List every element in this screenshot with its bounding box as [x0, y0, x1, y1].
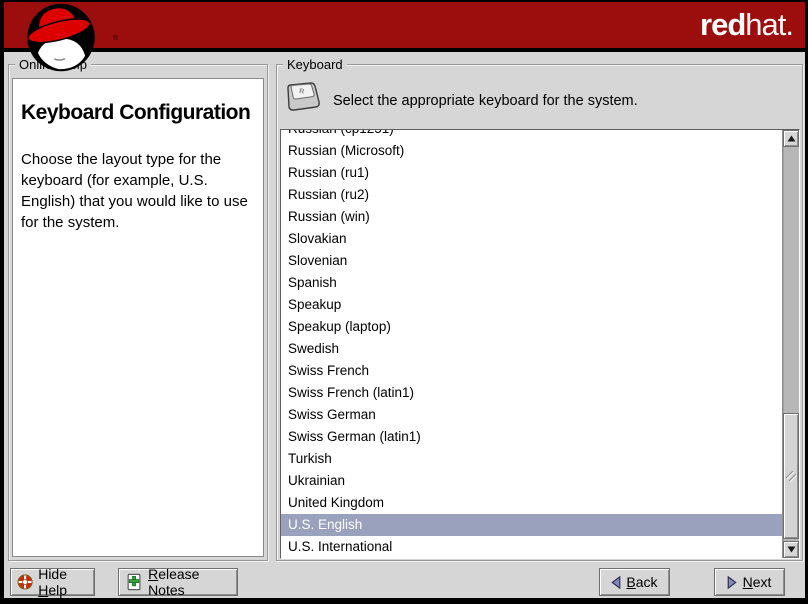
list-item[interactable]: Speakup (laptop)	[281, 316, 782, 338]
list-item[interactable]: Ukrainian	[281, 470, 782, 492]
registered-mark: ®	[113, 35, 118, 42]
list-item[interactable]: Swiss French (latin1)	[281, 382, 782, 404]
online-help-panel: Online Help Keyboard Configuration Choos…	[8, 64, 268, 561]
svg-text:R: R	[299, 88, 305, 96]
vertical-scrollbar[interactable]	[782, 130, 799, 558]
keyboard-key-icon: R	[282, 80, 322, 114]
list-item[interactable]: Spanish	[281, 272, 782, 294]
list-item[interactable]: Swiss French	[281, 360, 782, 382]
list-item[interactable]: Slovenian	[281, 250, 782, 272]
thumb-grip-icon	[785, 470, 797, 482]
back-label: Back	[624, 574, 660, 590]
list-item[interactable]: Russian (ru1)	[281, 162, 782, 184]
list-item[interactable]: Turkish	[281, 448, 782, 470]
keyboard-instruction: Select the appropriate keyboard for the …	[333, 93, 638, 109]
release-notes-label: Release Notes	[148, 566, 231, 598]
list-item[interactable]: Russian (Microsoft)	[281, 140, 782, 162]
installer-window: redhat. ® Online Help Keyboard Configura…	[0, 0, 808, 604]
list-item[interactable]: Swedish	[281, 338, 782, 360]
back-arrow-icon	[609, 575, 624, 590]
scrollbar-thumb[interactable]	[783, 413, 799, 539]
keyboard-list-viewport: Russian (cp1251)Russian (Microsoft)Russi…	[281, 130, 782, 558]
hide-help-button[interactable]: Hide Help	[10, 568, 95, 596]
up-arrow-icon	[787, 135, 796, 142]
list-item[interactable]: Swiss German (latin1)	[281, 426, 782, 448]
keyboard-list: Russian (cp1251)Russian (Microsoft)Russi…	[280, 129, 800, 559]
window-content: redhat. ® Online Help Keyboard Configura…	[4, 2, 805, 598]
list-item[interactable]: United Kingdom	[281, 492, 782, 514]
list-item[interactable]: Russian (win)	[281, 206, 782, 228]
wordmark-red: red	[700, 7, 745, 42]
help-title: Keyboard Configuration	[21, 101, 255, 125]
scroll-up-button[interactable]	[783, 130, 799, 147]
scroll-down-button[interactable]	[783, 541, 799, 558]
hide-help-label: Hide Help	[38, 566, 88, 598]
back-button[interactable]: Back	[599, 568, 670, 596]
redhat-wordmark: redhat.	[700, 7, 793, 43]
release-notes-icon	[125, 572, 143, 592]
list-item[interactable]: U.S. International	[281, 536, 782, 558]
list-item[interactable]: U.S. English	[281, 514, 782, 536]
keyboard-list-rows: Russian (cp1251)Russian (Microsoft)Russi…	[281, 130, 782, 558]
list-item[interactable]: Russian (ru2)	[281, 184, 782, 206]
down-arrow-icon	[787, 546, 796, 553]
list-item[interactable]: Slovakian	[281, 228, 782, 250]
redhat-shadowman-logo-icon	[9, 2, 115, 73]
wordmark-hat: hat.	[745, 7, 793, 42]
help-body-text: Choose the layout type for the keyboard …	[21, 149, 259, 233]
forward-arrow-icon	[724, 575, 739, 590]
keyboard-panel: Keyboard R Select the appropriate keyboa…	[276, 64, 803, 561]
scrollbar-trough[interactable]	[783, 147, 799, 541]
life-ring-icon	[17, 572, 33, 592]
next-button[interactable]: Next	[714, 568, 785, 596]
help-content-area: Keyboard Configuration Choose the layout…	[12, 78, 264, 557]
keyboard-frame-label: Keyboard	[283, 57, 347, 72]
list-item[interactable]: Speakup	[281, 294, 782, 316]
top-banner: redhat.	[4, 2, 805, 52]
next-label: Next	[739, 574, 775, 590]
list-item[interactable]: Swiss German	[281, 404, 782, 426]
list-item-clipped[interactable]: Russian (cp1251)	[281, 130, 782, 140]
release-notes-button[interactable]: Release Notes	[118, 568, 238, 596]
